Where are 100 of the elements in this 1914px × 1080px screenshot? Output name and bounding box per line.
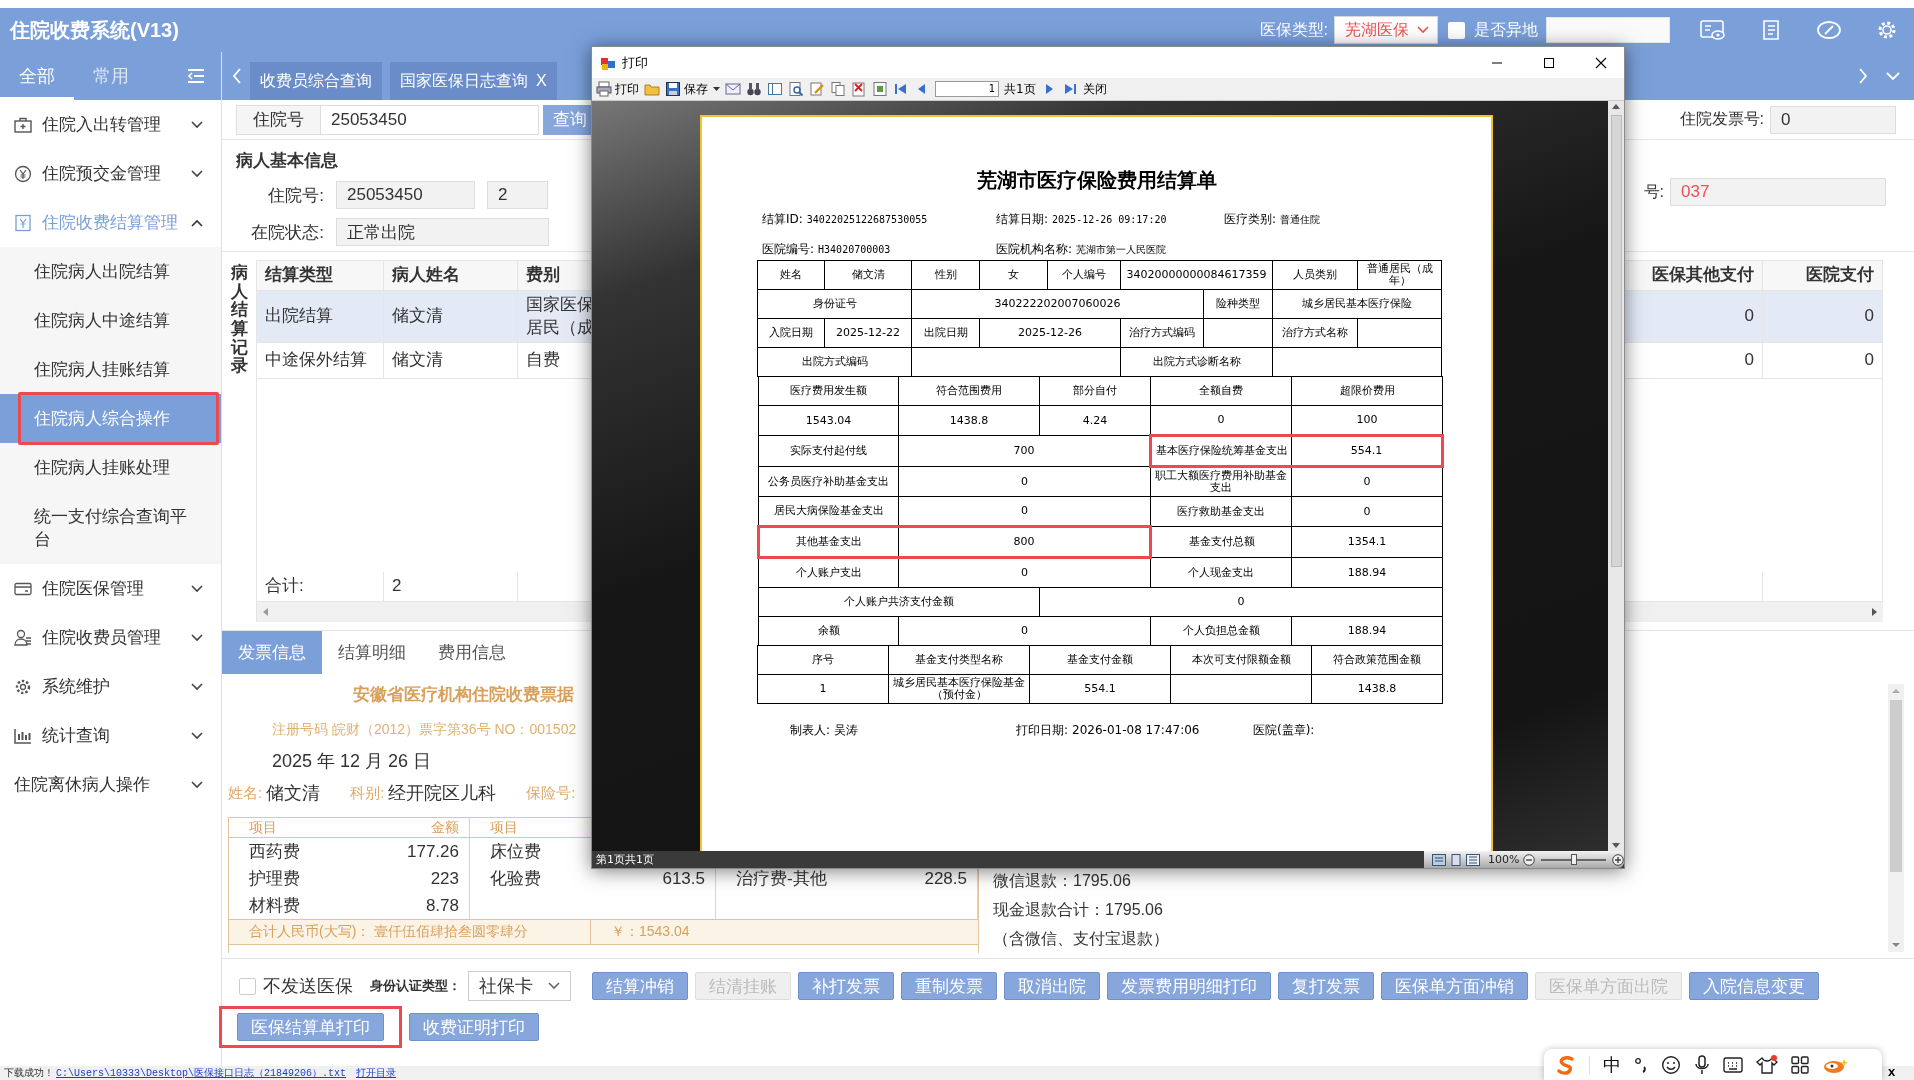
info-field: 结算ID: 34022025122687530055 [762,209,996,230]
layout-icon[interactable] [767,81,783,97]
magnifier-icon[interactable] [788,81,804,97]
save-button[interactable]: 保存 [665,80,708,98]
table-cell: 个人编号 [1047,260,1121,290]
punctuation-icon[interactable] [1634,1055,1648,1074]
single-page-icon[interactable] [1450,853,1462,866]
fee-item: 化验费 [490,868,541,890]
chevron-up-icon [191,218,203,227]
arrow-up-icon[interactable] [1612,104,1620,109]
slider-thumb[interactable] [1570,853,1577,865]
input-mode-toggle[interactable]: 中 [1603,1052,1621,1077]
file-link[interactable]: C:\Users\10333\Desktop\医保接口日志（21849206）.txt [56,1066,347,1080]
scrollbar[interactable] [1888,684,1904,952]
input-field[interactable]: 2 [487,181,548,209]
table-cell: 1543.04 [758,405,899,436]
sidebar-item[interactable]: 住院离休病人操作 [0,760,221,809]
arrow-down-icon[interactable] [1891,942,1901,948]
binoculars-icon[interactable] [746,81,762,97]
field-label: 住院发票号: [1679,109,1764,129]
open-folder-link[interactable]: 打开目录 [356,1066,397,1080]
insurance-type-dropdown[interactable]: 芜湖医保 [1334,16,1438,44]
page-count: 共1页 [1004,80,1036,98]
logo-icon[interactable] [1556,1054,1576,1075]
table-cell: 个人现金支出 [1150,557,1292,588]
sidebar-item[interactable]: 住院医保管理 [0,564,221,613]
page-number-field[interactable]: 1 [935,81,999,97]
keyboard-icon[interactable] [1723,1055,1743,1074]
table-cell: 0 [898,466,1151,497]
register-number: 注册号码 皖财（2012）票字第36号 NO：001502 [272,720,577,739]
chevron-down-icon[interactable] [1886,71,1900,81]
column-header: 金额 [431,818,459,837]
status-message: 下载成功！ [4,1066,54,1080]
table-cell: 出院方式编码 [757,347,912,377]
card-icon[interactable] [1700,19,1726,41]
column-header: 医保其他支付 [1625,261,1763,291]
table-cell: 800 [898,526,1151,558]
sidebar-item[interactable]: 住院入出转管理 [0,100,221,149]
settings-icon [14,677,32,696]
pencil-icon[interactable] [809,81,825,97]
sidebar-item[interactable]: 统计查询 [0,711,221,760]
envelope-icon[interactable] [725,81,741,97]
text-field[interactable] [1546,17,1670,43]
sidebar-item[interactable]: 住院病人挂账结算 [0,345,221,394]
smiley-icon[interactable] [1661,1054,1681,1075]
settings-icon[interactable] [1876,19,1898,41]
first-page-icon[interactable] [893,81,909,97]
arrow-right-icon[interactable] [1871,607,1879,617]
fee-amount: 223 [430,868,459,889]
close-button[interactable]: x [1888,1064,1896,1080]
page-icon[interactable] [872,81,888,97]
table-cell: 超限价费用 [1291,376,1443,406]
table-cell: 188.94 [1291,557,1443,588]
chevron-left-icon[interactable] [232,68,242,84]
table-cell: 4.24 [1039,405,1151,436]
table-cell: 全额自费 [1150,376,1292,406]
document-icon[interactable] [1760,19,1782,41]
input-field[interactable]: 正常出院 [336,218,549,246]
caret-icon[interactable] [713,87,720,91]
view-icon[interactable] [1432,853,1446,866]
invoice-title: 安徽省医疗机构住院收费票据 [353,684,574,706]
zoom-out-icon[interactable] [1523,853,1536,866]
id-type-select[interactable]: 社保卡 [468,971,571,1001]
shirt-icon[interactable] [1756,1054,1778,1075]
sidebar-item[interactable]: 住院预交金管理 [0,149,221,198]
close-button[interactable]: 关闭 [1082,80,1107,98]
delete-icon[interactable] [851,81,867,97]
input-field[interactable]: 25053450 [336,181,475,209]
copy-icon[interactable] [830,81,846,97]
sidebar-item[interactable]: 住院收费员管理 [0,613,221,662]
footer-field: 打印日期: 2026-01-08 17:47:06 [1016,720,1253,740]
zoom-in-icon[interactable] [1612,853,1624,866]
table-cell: 部分自付 [1039,376,1151,406]
arrow-down-icon[interactable] [1612,843,1620,848]
chevron-down-icon [191,169,203,178]
sidebar-item[interactable]: 住院病人中途结算 [0,296,221,345]
microphone-icon[interactable] [1694,1054,1710,1075]
tab[interactable]: 费用信息 [422,631,522,674]
sidebar-item[interactable]: 系统维护 [0,662,221,711]
folder-icon[interactable] [644,81,660,97]
tab[interactable]: 结算明细 [322,631,422,674]
list-view-icon[interactable] [1466,853,1480,866]
table-cell: 居民大病保险基金支出 [758,496,899,527]
sidebar-item[interactable]: 住院病人出院结算 [0,247,221,296]
checkbox[interactable] [1448,21,1465,39]
arrow-left-icon[interactable] [261,607,269,617]
table-cell: 医疗费用发生额 [758,376,899,406]
label: 医保类型: [1259,19,1328,40]
grid-icon[interactable] [1791,1055,1809,1074]
table-cell: 1 [757,674,889,704]
input-field[interactable]: 0 [1770,105,1896,134]
field-label: 在院状态: [250,221,324,244]
sidebar-item[interactable]: 统一支付综合查询平台 [0,492,221,564]
print-button[interactable]: 打印 [596,80,639,98]
checkbox[interactable] [239,977,256,995]
input-field[interactable]: 25053450 [321,104,539,135]
chevron-right-icon[interactable] [1858,68,1868,84]
sidebar-item[interactable]: 住院病人挂账处理 [0,443,221,492]
menu-icon[interactable] [187,68,205,84]
scrollbar[interactable] [1608,101,1624,851]
